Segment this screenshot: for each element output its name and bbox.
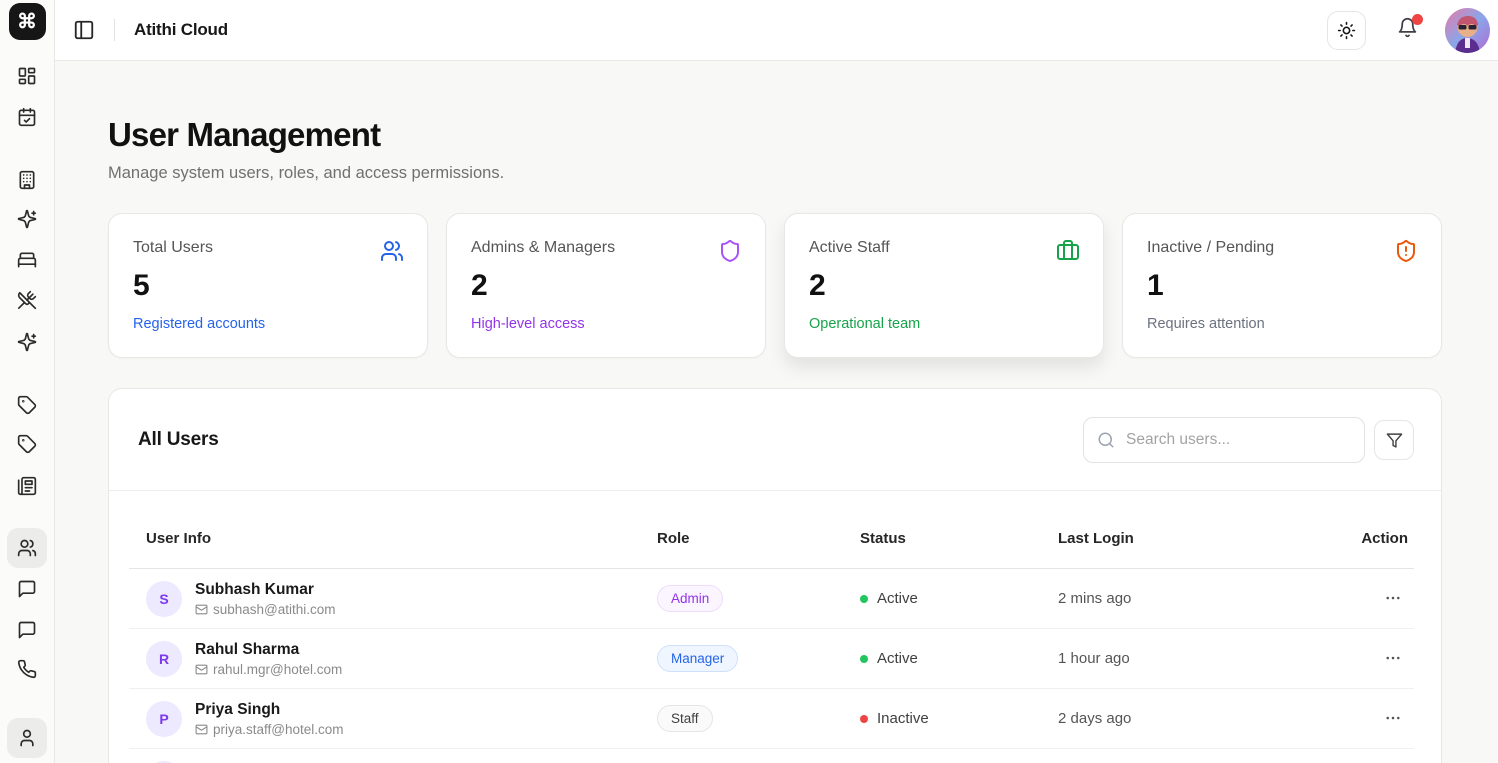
status-dot xyxy=(860,715,868,723)
sparkles-ai-icon[interactable] xyxy=(17,209,37,229)
table-row: A Amit Verma xyxy=(129,749,1414,763)
col-action: Action xyxy=(1341,530,1414,547)
role-badge: Manager xyxy=(657,645,738,672)
stat-value: 2 xyxy=(809,269,1079,303)
chat-messages-icon[interactable] xyxy=(17,579,37,599)
col-user-info: User Info xyxy=(129,530,640,547)
stats-row: Total Users 5 Registered accounts Admins… xyxy=(108,213,1442,358)
stat-card-inactive-pending[interactable]: Inactive / Pending 1 Requires attention xyxy=(1122,213,1442,358)
ellipsis-icon xyxy=(1384,589,1402,607)
page-title: User Management xyxy=(108,116,1442,154)
filter-button[interactable] xyxy=(1374,420,1414,460)
sidebar-item-users-active[interactable] xyxy=(7,528,47,568)
app-logo-command-icon[interactable]: ⌘ xyxy=(9,3,46,40)
user-email: subhash@atithi.com xyxy=(195,602,336,617)
stat-value: 2 xyxy=(471,269,741,303)
all-users-panel: All Users User Info Role Status Last Log… xyxy=(108,388,1442,763)
calendar-check-icon[interactable] xyxy=(17,107,37,127)
more-options-button[interactable] xyxy=(1378,705,1408,731)
briefcase-icon xyxy=(1056,239,1080,268)
table-row: R Rahul Sharma rahul.mgr@hotel.com Manag… xyxy=(129,629,1414,689)
page-subtitle: Manage system users, roles, and access p… xyxy=(108,164,1442,183)
sun-icon xyxy=(1337,21,1356,40)
role-badge: Admin xyxy=(657,585,723,612)
stat-label: Inactive / Pending xyxy=(1147,239,1417,257)
col-status: Status xyxy=(843,530,1041,547)
search-users-input[interactable] xyxy=(1083,417,1365,463)
mail-icon xyxy=(195,603,208,616)
newspaper-reports-icon[interactable] xyxy=(17,476,37,496)
sidebar-toggle-icon[interactable] xyxy=(73,19,95,41)
status-cell: Active xyxy=(843,590,1041,607)
user-name: Subhash Kumar xyxy=(195,581,336,599)
user-email: rahul.mgr@hotel.com xyxy=(195,662,342,677)
stat-label: Admins & Managers xyxy=(471,239,741,257)
stat-card-admins-managers[interactable]: Admins & Managers 2 High-level access xyxy=(446,213,766,358)
filter-funnel-icon xyxy=(1386,432,1403,449)
notifications-button[interactable] xyxy=(1397,17,1418,43)
more-options-button[interactable] xyxy=(1378,585,1408,611)
table-header-row: User Info Role Status Last Login Action xyxy=(129,491,1414,569)
tag-pricing-icon[interactable] xyxy=(17,395,37,415)
search-box xyxy=(1083,417,1365,463)
avatar: S xyxy=(146,581,182,617)
app-title: Atithi Cloud xyxy=(134,20,228,40)
last-login: 1 hour ago xyxy=(1041,650,1341,667)
stat-card-active-staff[interactable]: Active Staff 2 Operational team xyxy=(784,213,1104,358)
table-row: P Priya Singh priya.staff@hotel.com Staf… xyxy=(129,689,1414,749)
stat-caption: High-level access xyxy=(471,316,741,332)
dashboard-icon[interactable] xyxy=(17,66,37,86)
last-login: 2 mins ago xyxy=(1041,590,1341,607)
bed-rooms-icon[interactable] xyxy=(17,250,37,270)
stat-value: 5 xyxy=(133,269,403,303)
more-options-button[interactable] xyxy=(1378,645,1408,671)
stat-caption: Registered accounts xyxy=(133,316,403,332)
table-row: S Subhash Kumar subhash@atithi.com Admin… xyxy=(129,569,1414,629)
user-email: priya.staff@hotel.com xyxy=(195,722,344,737)
panel-title: All Users xyxy=(138,429,219,451)
col-last-login: Last Login xyxy=(1041,530,1341,547)
stat-caption: Operational team xyxy=(809,316,1079,332)
mail-icon xyxy=(195,663,208,676)
users-table: User Info Role Status Last Login Action … xyxy=(129,491,1414,763)
last-login: 2 days ago xyxy=(1041,710,1341,727)
role-badge: Staff xyxy=(657,705,713,732)
hotel-building-icon[interactable] xyxy=(17,170,37,190)
users-icon xyxy=(380,239,404,268)
mail-icon xyxy=(195,723,208,736)
notification-dot xyxy=(1412,14,1423,25)
top-header: Atithi Cloud xyxy=(55,0,1498,61)
status-cell: Active xyxy=(843,650,1041,667)
shield-alert-icon xyxy=(1394,239,1418,268)
avatar: P xyxy=(146,701,182,737)
stat-value: 1 xyxy=(1147,269,1417,303)
user-name: Priya Singh xyxy=(195,701,344,719)
theme-toggle-button[interactable] xyxy=(1327,11,1366,50)
sidebar-rail: ⌘ xyxy=(0,0,55,763)
avatar: R xyxy=(146,641,182,677)
status-dot xyxy=(860,655,868,663)
col-role: Role xyxy=(640,530,843,547)
shield-icon xyxy=(718,239,742,268)
user-profile-icon[interactable] xyxy=(7,718,47,758)
header-divider xyxy=(114,19,115,41)
tag-offers-icon[interactable] xyxy=(17,434,37,454)
stat-label: Total Users xyxy=(133,239,403,257)
user-name: Rahul Sharma xyxy=(195,641,342,659)
stat-card-total-users[interactable]: Total Users 5 Registered accounts xyxy=(108,213,428,358)
ellipsis-icon xyxy=(1384,649,1402,667)
status-cell: Inactive xyxy=(843,710,1041,727)
status-dot xyxy=(860,595,868,603)
sparkles-ai-icon-2[interactable] xyxy=(17,332,37,352)
restaurant-utensils-icon[interactable] xyxy=(17,290,37,310)
chat-messages-icon-2[interactable] xyxy=(17,620,37,640)
search-icon xyxy=(1097,431,1115,449)
stat-label: Active Staff xyxy=(809,239,1079,257)
ellipsis-icon xyxy=(1384,709,1402,727)
stat-caption: Requires attention xyxy=(1147,316,1417,332)
phone-calls-icon[interactable] xyxy=(17,659,37,679)
main-content: User Management Manage system users, rol… xyxy=(55,61,1498,763)
user-avatar[interactable] xyxy=(1445,8,1490,53)
